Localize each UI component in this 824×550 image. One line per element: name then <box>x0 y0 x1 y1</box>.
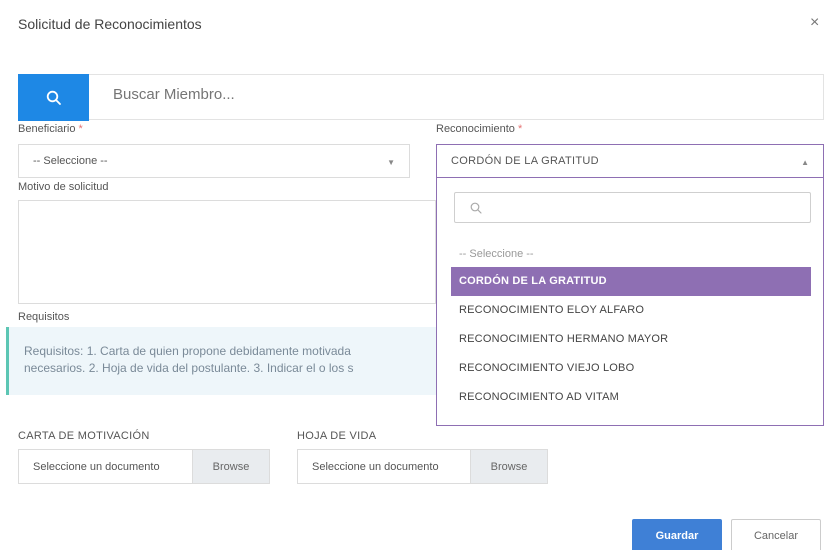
hoja-browse-button[interactable]: Browse <box>470 450 547 483</box>
member-search-input[interactable] <box>113 86 713 103</box>
search-icon <box>470 202 482 214</box>
close-icon[interactable]: × <box>810 14 819 32</box>
carta-browse-button[interactable]: Browse <box>192 450 269 483</box>
reconocimiento-label: Reconocimiento * <box>436 123 522 135</box>
requisitos-text-line-2: necesarios. 2. Hoja de vida del postulan… <box>24 361 354 375</box>
dropdown-option[interactable]: RECONOCIMIENTO AD VITAM <box>451 383 811 412</box>
reconocimiento-select-value: CORDÓN DE LA GRATITUD <box>451 155 599 167</box>
beneficiario-select-value: -- Seleccione -- <box>33 155 108 167</box>
hoja-file-placeholder: Seleccione un documento <box>312 461 439 473</box>
motivo-textarea[interactable] <box>18 200 436 304</box>
dropdown-option[interactable]: -- Seleccione -- <box>451 240 811 269</box>
dropdown-option[interactable]: RECONOCIMIENTO VIEJO LOBO <box>451 354 811 383</box>
requisitos-info-box: Requisitos: 1. Carta de quien propone de… <box>6 327 446 395</box>
cancel-button[interactable]: Cancelar <box>731 519 821 550</box>
dropdown-search-input[interactable] <box>454 192 811 223</box>
required-mark: * <box>78 123 83 135</box>
dropdown-option[interactable]: RECONOCIMIENTO ELOY ALFARO <box>451 296 811 325</box>
dropdown-option[interactable]: RECONOCIMIENTO HERMANO MAYOR <box>451 325 811 354</box>
required-mark: * <box>517 123 523 135</box>
save-button[interactable]: Guardar <box>632 519 722 550</box>
reconocimiento-label-text: Reconocimiento <box>436 123 515 135</box>
carta-file-input[interactable]: Seleccione un documento Browse <box>18 449 270 484</box>
requisitos-text-line-1: Requisitos: 1. Carta de quien propone de… <box>24 344 351 358</box>
beneficiario-label-text: Beneficiario <box>18 123 76 135</box>
reconocimiento-select[interactable]: CORDÓN DE LA GRATITUD ▲ <box>436 144 824 178</box>
modal-title: Solicitud de Reconocimientos <box>18 16 202 32</box>
requisitos-label: Requisitos <box>18 311 70 323</box>
hoja-file-input[interactable]: Seleccione un documento Browse <box>297 449 548 484</box>
hoja-label: HOJA DE VIDA <box>297 430 377 442</box>
beneficiario-select[interactable]: -- Seleccione -- ▼ <box>18 144 410 178</box>
motivo-label: Motivo de solicitud <box>18 181 109 193</box>
search-button[interactable] <box>18 74 89 121</box>
chevron-down-icon: ▼ <box>387 158 395 167</box>
beneficiario-label: Beneficiario * <box>18 123 83 135</box>
dropdown-option-selected[interactable]: CORDÓN DE LA GRATITUD <box>451 267 811 296</box>
search-icon <box>46 90 61 105</box>
member-search <box>18 74 824 121</box>
carta-label: CARTA DE MOTIVACIÓN <box>18 430 150 442</box>
chevron-up-icon: ▲ <box>801 158 809 167</box>
carta-file-placeholder: Seleccione un documento <box>33 461 160 473</box>
reconocimiento-dropdown: -- Seleccione -- CORDÓN DE LA GRATITUD R… <box>436 178 824 426</box>
